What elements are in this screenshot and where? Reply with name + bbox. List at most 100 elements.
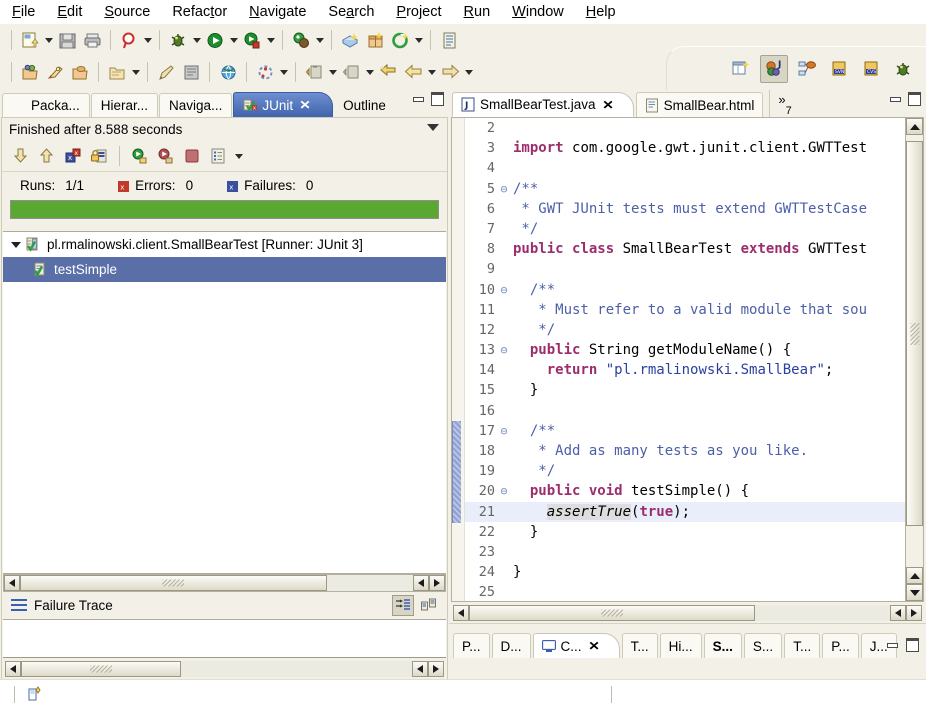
code-line[interactable]: 13 ⊖ public String getModuleName() { (465, 340, 923, 360)
gwt-module-icon[interactable] (338, 28, 362, 52)
code-line[interactable]: 17 ⊖ /** (465, 421, 923, 441)
fold-toggle-icon[interactable]: ⊖ (497, 421, 511, 441)
scroll-right-button[interactable] (428, 660, 444, 677)
new-file-icon[interactable] (18, 28, 42, 52)
view-tab-hierarchy[interactable]: Hierar... (90, 93, 159, 117)
maximize-icon[interactable] (907, 92, 922, 106)
menu-source[interactable]: Source (104, 4, 150, 20)
menu-project[interactable]: Project (396, 4, 441, 20)
bottom-tab-1[interactable]: D... (491, 633, 531, 658)
rerun-icon[interactable] (129, 145, 151, 167)
arrow-up-icon[interactable] (36, 145, 58, 167)
code-line[interactable]: 3 import com.google.gwt.junit.client.GWTT… (465, 138, 923, 158)
bottom-tab-8[interactable]: P... (822, 633, 859, 658)
code-line[interactable]: 19 */ (465, 461, 923, 481)
view-menu-icon[interactable] (427, 124, 439, 131)
run-external-icon[interactable] (240, 28, 264, 52)
code-editor[interactable]: 2 3 import com.google.gwt.junit.client.GWT… (451, 117, 924, 602)
forward-dropdown-arrow[interactable] (463, 60, 474, 84)
code-line[interactable]: 22 } (465, 522, 923, 542)
debug-dropdown-arrow[interactable] (191, 28, 202, 52)
code-line[interactable]: 20 ⊖ public void testSimple() { (465, 481, 923, 501)
code-line[interactable]: 24} (465, 562, 923, 582)
code-line[interactable]: 5 ⊖/** (465, 179, 923, 199)
markers-icon[interactable] (179, 60, 203, 84)
menu-window[interactable]: Window (512, 4, 564, 20)
bottom-tab-0[interactable]: P... (453, 633, 490, 658)
prev-annotation-dropdown-arrow[interactable] (364, 60, 375, 84)
code-text-area[interactable]: 2 3 import com.google.gwt.junit.client.GWT… (465, 118, 923, 601)
back-arrow-icon[interactable] (401, 60, 425, 84)
close-icon[interactable]: ✕ (588, 639, 600, 653)
compare-icon[interactable] (418, 595, 440, 616)
scroll-up-button-2[interactable] (906, 567, 923, 584)
failures-only-icon[interactable]: xx (62, 145, 84, 167)
svn-repo-icon[interactable]: SVN (826, 56, 852, 82)
filter-icon[interactable] (392, 595, 414, 616)
maximize-icon[interactable] (430, 92, 445, 106)
scroll-left-button-2[interactable] (412, 660, 428, 677)
editor-tab-overflow[interactable]: » 7 (769, 90, 792, 117)
arrow-down-icon[interactable] (10, 145, 32, 167)
java-browsing-icon[interactable] (794, 56, 820, 82)
fold-toggle-icon[interactable]: ⊖ (497, 481, 511, 501)
new-file-dropdown-arrow[interactable] (43, 28, 54, 52)
view-tab-package-explorer[interactable]: Packa... (2, 93, 90, 117)
editor-tab-smallbeartest-java[interactable]: J SmallBearTest.java ✕ (452, 92, 634, 117)
run-play-icon[interactable] (203, 28, 227, 52)
minimize-icon[interactable] (888, 92, 903, 106)
scroll-left-button[interactable] (453, 605, 469, 621)
prev-annotation-icon[interactable] (339, 60, 363, 84)
failure-trace-horizontal-scrollbar[interactable] (3, 657, 446, 679)
gwt-compile-icon[interactable] (388, 28, 412, 52)
scroll-up-button[interactable] (906, 118, 923, 135)
task-list-icon[interactable] (437, 28, 461, 52)
history-list-dropdown-arrow[interactable] (233, 144, 244, 168)
bottom-tab-4[interactable]: Hi... (659, 633, 702, 658)
editor-vertical-scrollbar[interactable] (905, 117, 924, 602)
profile-icon[interactable] (289, 28, 313, 52)
code-line[interactable]: 9 (465, 259, 923, 279)
menu-navigate[interactable]: Navigate (249, 4, 306, 20)
lock-icon[interactable] (88, 145, 110, 167)
code-line[interactable]: 2 (465, 118, 923, 138)
save-icon[interactable] (55, 28, 79, 52)
bottom-tab-3[interactable]: T... (621, 633, 658, 658)
view-tab-outline[interactable]: Outline (334, 93, 395, 117)
bottom-tab-7[interactable]: T... (784, 633, 821, 658)
bottom-tab-5[interactable]: S... (703, 633, 742, 658)
open-perspective-icon[interactable] (728, 56, 754, 82)
stop-icon[interactable] (181, 145, 203, 167)
bottom-tab-2[interactable]: C... ✕ (532, 633, 620, 658)
debug-bug-icon[interactable] (166, 28, 190, 52)
code-line[interactable]: 10 ⊖ /** (465, 280, 923, 300)
minimize-icon[interactable] (885, 638, 900, 652)
search-dropdown-arrow[interactable] (142, 28, 153, 52)
editor-tab-smallbear-html[interactable]: SmallBear.html (635, 92, 764, 117)
bottom-tab-6[interactable]: S... (743, 633, 783, 658)
code-line[interactable]: 18 * Add as many tests as you like. (465, 441, 923, 461)
menu-file[interactable]: File (12, 4, 35, 20)
scrollbar-track[interactable] (21, 660, 412, 677)
table-row[interactable]: pl.rmalinowski.client.SmallBearTest [Run… (3, 232, 446, 257)
code-line[interactable]: 6 * GWT JUnit tests must extend GWTTestC… (465, 199, 923, 219)
scroll-down-button[interactable] (906, 584, 923, 601)
fold-toggle-icon[interactable]: ⊖ (497, 280, 511, 300)
history-list-icon[interactable] (207, 145, 229, 167)
scroll-right-button[interactable] (906, 605, 922, 621)
scroll-left-button-2[interactable] (413, 575, 429, 591)
scrollbar-thumb[interactable] (469, 605, 756, 621)
menu-search[interactable]: Search (328, 4, 374, 20)
menu-help[interactable]: Help (586, 4, 616, 20)
fold-toggle-icon[interactable]: ⊖ (497, 340, 511, 360)
code-line[interactable]: 14 return "pl.rmalinowski.SmallBear"; (465, 360, 923, 380)
history-dropdown-arrow[interactable] (278, 60, 289, 84)
code-line[interactable]: 8 public class SmallBearTest extends GWTT… (465, 239, 923, 259)
back-dropdown-arrow[interactable] (426, 60, 437, 84)
java-perspective-icon[interactable]: J (760, 54, 788, 83)
code-line[interactable]: 23 (465, 542, 923, 562)
new-folder-icon[interactable] (105, 60, 129, 84)
maximize-icon[interactable] (905, 638, 920, 652)
scrollbar-track[interactable] (469, 605, 890, 621)
tree-horizontal-scrollbar[interactable] (3, 574, 446, 592)
